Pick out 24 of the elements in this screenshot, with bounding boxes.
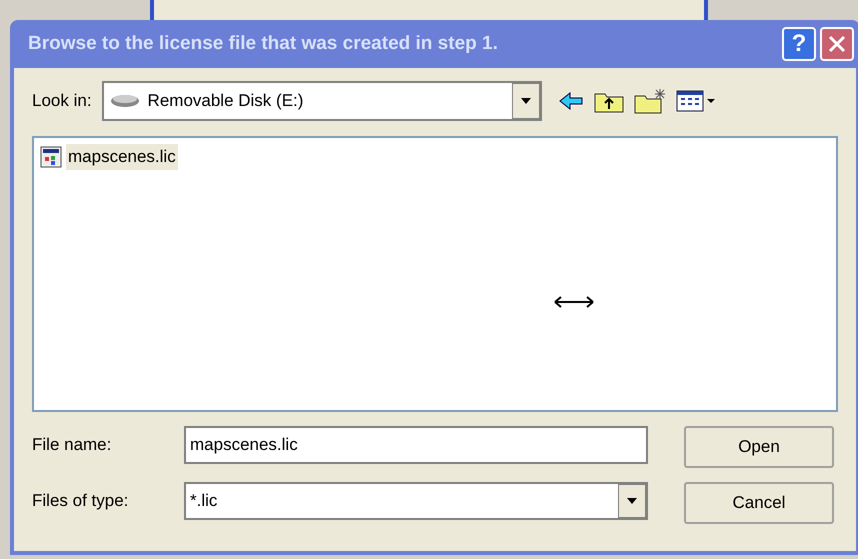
dialog-button[interactable]: Open	[684, 426, 834, 468]
file-type-value: *.lic	[190, 490, 218, 512]
file-name-label: File name:	[32, 434, 112, 456]
look-in-dropdown[interactable]: Removable Disk (E:)	[102, 81, 542, 121]
caret-icon	[520, 98, 531, 104]
window-title: Browse to the license file that was created in step 1.	[28, 32, 499, 56]
back-arrow-icon[interactable]	[558, 92, 584, 110]
look-in-value: Removable Disk (E:)	[148, 90, 304, 112]
dropdown-button[interactable]	[618, 484, 646, 518]
file-type-dropdown[interactable]: *.lic	[184, 482, 648, 520]
look-in-label: Look in:	[32, 90, 92, 112]
help-button[interactable]: ?	[782, 27, 816, 61]
file-name-field[interactable]: mapscenes.lic	[184, 426, 648, 464]
drive-icon	[110, 94, 140, 108]
caret-icon	[627, 498, 637, 504]
view-menu-icon[interactable]	[676, 89, 716, 113]
dropdown-button[interactable]	[512, 83, 540, 119]
file-type-label: Files of type:	[32, 490, 130, 512]
close-icon	[828, 35, 846, 53]
close-button[interactable]	[820, 27, 854, 61]
dialog-button[interactable]: Cancel	[684, 482, 834, 524]
resize-cursor-icon	[554, 296, 594, 308]
file-icon	[40, 146, 62, 168]
new-folder-icon[interactable]	[634, 88, 666, 114]
